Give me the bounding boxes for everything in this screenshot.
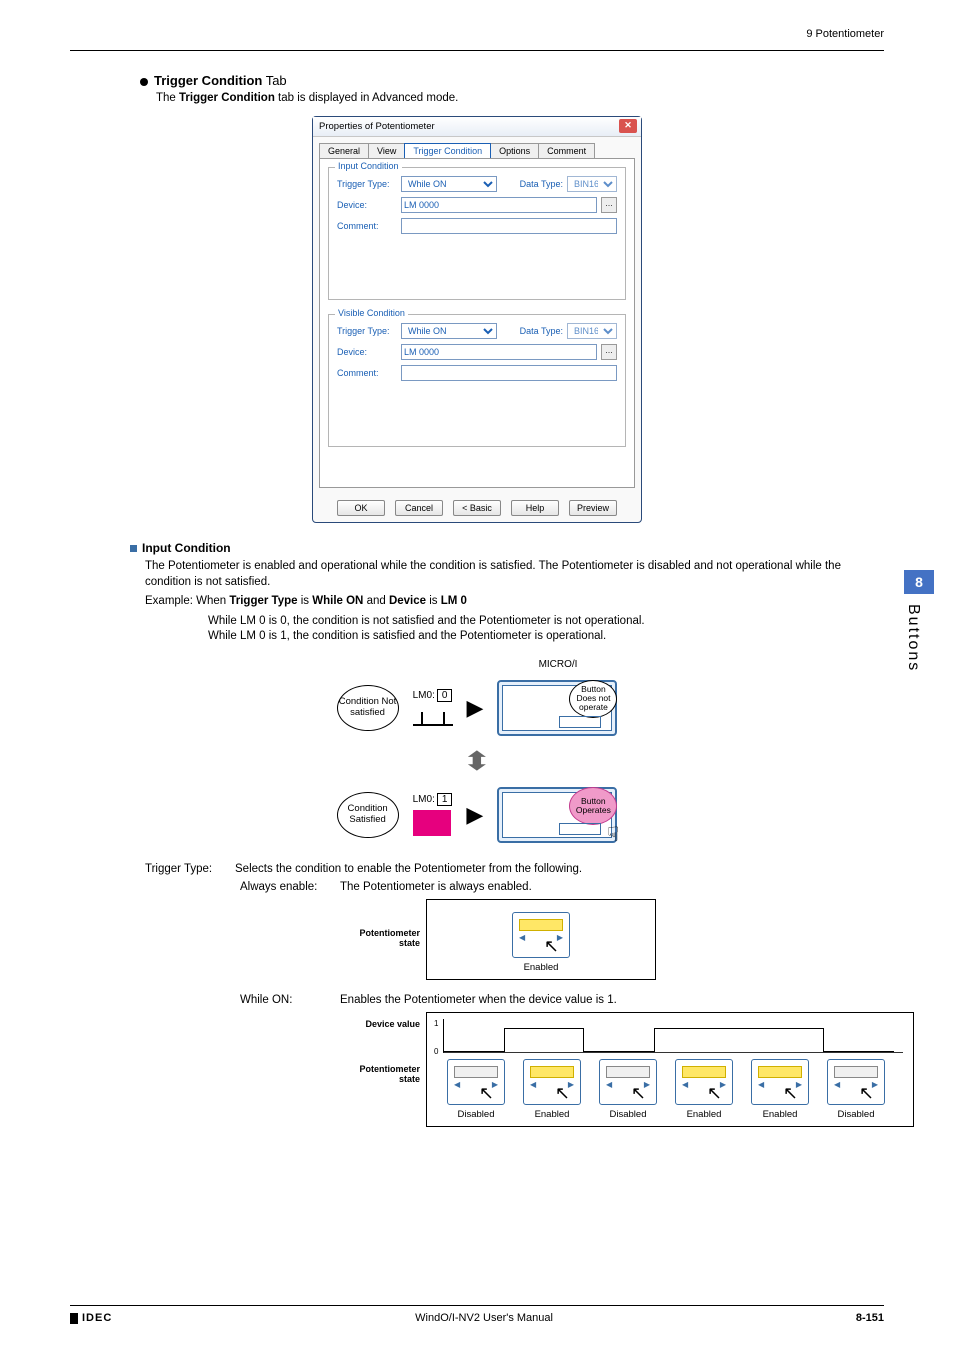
example-line-1: While LM 0 is 1, the condition is satisf… <box>208 629 884 645</box>
oval-satisfied: Condition Satisfied <box>337 792 399 838</box>
trigger-type-label: Trigger Type: <box>337 326 397 336</box>
group-legend: Input Condition <box>335 161 402 171</box>
device-browse-button-2[interactable]: … <box>601 344 617 360</box>
device-input[interactable] <box>401 197 597 213</box>
screen-state-icon: ◀▶↖ <box>675 1059 733 1105</box>
input-condition-heading: Input Condition <box>130 541 884 555</box>
cancel-button[interactable]: Cancel <box>395 500 443 516</box>
screen-state-icon: ◀▶↖ <box>599 1059 657 1105</box>
comment-input-2[interactable] <box>401 365 617 381</box>
bubble-not-operate: Button Does not operate <box>569 680 617 718</box>
chapter-name: Buttons <box>904 594 922 682</box>
screen-enabled-icon: ◀▶ ↖ <box>512 912 570 958</box>
always-enable-chart: Potentiometer state ◀▶ ↖ Enabled <box>340 899 884 980</box>
trigger-type-label: Trigger Type: <box>337 179 397 189</box>
close-icon[interactable]: ✕ <box>619 119 637 133</box>
tab-view[interactable]: View <box>368 143 405 158</box>
trigger-type-row: Trigger Type: Selects the condition to e… <box>145 863 884 875</box>
comment-label: Comment: <box>337 368 397 378</box>
tab-options[interactable]: Options <box>490 143 539 158</box>
footer-title: WindO/I-NV2 User's Manual <box>112 1312 856 1324</box>
data-type-label: Data Type: <box>520 179 563 189</box>
lm0-on-block: LM0:1 <box>413 793 453 836</box>
comment-input[interactable] <box>401 218 617 234</box>
screen-off: Button Does not operate <box>497 680 617 736</box>
bubble-operates: Button Operates <box>569 787 617 825</box>
oval-not-satisfied: Condition Not satisfied <box>337 685 399 731</box>
device-label: Device: <box>337 200 397 210</box>
arrow-right-icon: ▶ <box>466 802 483 828</box>
micro-i-label: MICRO/I <box>539 659 578 670</box>
arrow-right-icon: ▶ <box>467 695 484 721</box>
chapter-tab: 8 Buttons <box>904 570 934 682</box>
page-header-right: 9 Potentiometer <box>806 28 884 40</box>
basic-button[interactable]: < Basic <box>453 500 501 516</box>
preview-button[interactable]: Preview <box>569 500 617 516</box>
ok-button[interactable]: OK <box>337 500 385 516</box>
header-rule <box>70 50 884 51</box>
input-condition-para: The Potentiometer is enabled and operati… <box>145 559 884 590</box>
page-footer: IDEC WindO/I-NV2 User's Manual 8-151 <box>70 1305 884 1324</box>
dialog-title: Properties of Potentiometer ✕ <box>313 117 641 137</box>
tab-comment[interactable]: Comment <box>538 143 595 158</box>
screen-state-icon: ◀▶↖ <box>751 1059 809 1105</box>
screen-on: Button Operates ☟ <box>497 787 617 843</box>
page-number: 8-151 <box>856 1312 884 1324</box>
example-line-0: While LM 0 is 0, the condition is not sa… <box>208 614 884 630</box>
trigger-type-select[interactable]: While ON <box>401 176 497 192</box>
data-type-label: Data Type: <box>520 326 563 336</box>
screen-state-icon: ◀▶↖ <box>447 1059 505 1105</box>
tab-general[interactable]: General <box>319 143 369 158</box>
chapter-number: 8 <box>904 570 934 594</box>
data-type-select[interactable]: BIN16(+) <box>567 176 617 192</box>
lm0-off-block: LM0:0 <box>413 689 453 726</box>
device-input-2[interactable] <box>401 344 597 360</box>
device-value-waveform: 1 0 <box>443 1019 903 1053</box>
properties-dialog: Properties of Potentiometer ✕ General Vi… <box>312 116 642 523</box>
state-diagram: MICRO/I Condition Not satisfied LM0:0 ▶ … <box>70 659 884 843</box>
device-browse-button[interactable]: … <box>601 197 617 213</box>
section-heading: Trigger Condition Tab <box>140 73 884 88</box>
input-condition-group: Input Condition Trigger Type: While ON D… <box>328 167 626 300</box>
while-on-row: While ON: Enables the Potentiometer when… <box>240 994 884 1006</box>
help-button[interactable]: Help <box>511 500 559 516</box>
while-on-chart: Device value Potentiometer state 1 0 ◀▶↖ <box>340 1012 884 1127</box>
tab-trigger-condition[interactable]: Trigger Condition <box>404 143 491 158</box>
visible-condition-group: Visible Condition Trigger Type: While ON… <box>328 314 626 447</box>
screen-state-icon: ◀▶↖ <box>523 1059 581 1105</box>
device-label: Device: <box>337 347 397 357</box>
hand-icon: ☟ <box>607 822 619 847</box>
example-line: Example: When Trigger Type is While ON a… <box>145 594 884 610</box>
comment-label: Comment: <box>337 221 397 231</box>
always-enable-row: Always enable: The Potentiometer is alwa… <box>240 881 884 893</box>
intro-line: The Trigger Condition tab is displayed i… <box>156 92 884 104</box>
updown-arrow-icon: ⬍ <box>462 746 493 777</box>
trigger-type-select-2[interactable]: While ON <box>401 323 497 339</box>
idec-logo: IDEC <box>70 1312 112 1324</box>
group-legend: Visible Condition <box>335 308 408 318</box>
data-type-select-2[interactable]: BIN16(+) <box>567 323 617 339</box>
screen-state-icon: ◀▶↖ <box>827 1059 885 1105</box>
